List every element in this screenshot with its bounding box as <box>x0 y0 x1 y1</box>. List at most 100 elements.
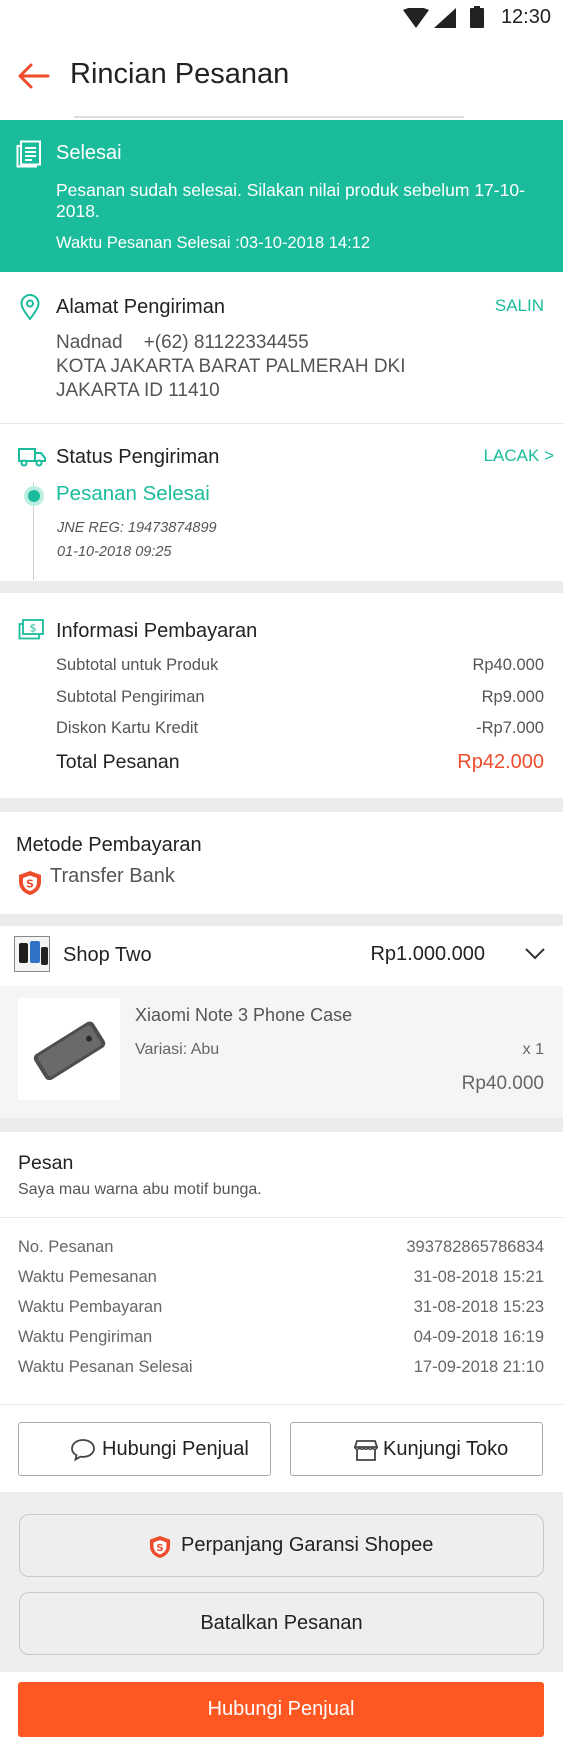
order-detail-label: No. Pesanan <box>18 1238 114 1256</box>
order-completed-time: Waktu Pesanan Selesai :03-10-2018 14:12 <box>56 234 371 252</box>
contact-seller-button[interactable]: Hubungi Penjual <box>18 1422 271 1476</box>
product-image <box>18 998 120 1100</box>
page-title: Rincian Pesanan <box>70 58 290 90</box>
order-detail-value: 31-08-2018 15:23 <box>413 1298 544 1316</box>
payment-info-section: $ Informasi Pembayaran Subtotal untuk Pr… <box>0 593 563 798</box>
header-underline <box>74 116 464 118</box>
action-area: S Perpanjang Garansi Shopee Batalkan Pes… <box>0 1492 563 1672</box>
contact-seller-label: Hubungi Penjual <box>102 1438 249 1460</box>
clock-time: 12:30 <box>500 6 551 28</box>
wifi-icon <box>403 8 429 28</box>
shipping-status-section: Status Pengiriman LACAK > Pesanan Selesa… <box>0 424 563 581</box>
track-shipment-link[interactable]: LACAK > <box>484 446 554 466</box>
order-detail-label: Waktu Pesanan Selesai <box>18 1358 193 1376</box>
product-price: Rp40.000 <box>461 1073 544 1094</box>
order-detail-value: 393782865786834 <box>406 1238 544 1256</box>
recipient-name-phone: Nadnad +(62) 81122334455 <box>56 332 309 353</box>
order-details-page: 12:30 Rincian Pesanan Selesai Pesanan su… <box>0 0 563 1745</box>
bottom-contact-seller-label: Hubungi Penjual <box>207 1698 355 1720</box>
cancel-order-button[interactable]: Batalkan Pesanan <box>19 1592 544 1655</box>
note-text: Saya mau warna abu motif bunga. <box>18 1181 262 1198</box>
order-detail-label: Waktu Pengiriman <box>18 1328 153 1346</box>
storefront-icon <box>354 1440 378 1461</box>
shipping-status-value: Pesanan Selesai <box>56 482 210 505</box>
payment-info-title: Informasi Pembayaran <box>56 620 258 642</box>
product-quantity: x 1 <box>522 1041 544 1058</box>
shop-avatar <box>14 936 50 972</box>
shopee-guarantee-shield-icon: S <box>19 871 41 895</box>
order-total-label: Total Pesanan <box>56 751 180 773</box>
courier-tracking-number: JNE REG: 19473874899 <box>57 520 217 536</box>
order-meta-section: Pesan Saya mau warna abu motif bunga. No… <box>0 1132 563 1492</box>
svg-text:S: S <box>26 878 34 891</box>
address-line-1: KOTA JAKARTA BARAT PALMERAH DKI <box>56 356 406 377</box>
order-status-label: Selesai <box>56 142 122 164</box>
payment-row-value: -Rp7.000 <box>476 719 544 737</box>
order-total-row: Total Pesanan Rp42.000 <box>56 751 544 774</box>
order-detail-value: 31-08-2018 15:21 <box>413 1268 544 1286</box>
svg-text:$: $ <box>30 622 37 635</box>
shipping-date: 01-10-2018 09:25 <box>57 544 172 560</box>
payment-row-label: Diskon Kartu Kredit <box>56 719 199 737</box>
back-arrow-icon[interactable] <box>16 62 50 90</box>
payment-row-value: Rp40.000 <box>472 656 544 674</box>
location-pin-icon <box>20 294 40 320</box>
visit-shop-button[interactable]: Kunjungi Toko <box>290 1422 543 1476</box>
chat-bubble-icon <box>71 1439 95 1462</box>
order-detail-row: No. Pesanan 393782865786834 <box>18 1238 544 1260</box>
copy-address-button[interactable]: SALIN <box>495 296 544 316</box>
extend-warranty-label: Perpanjang Garansi Shopee <box>181 1534 434 1556</box>
cash-icon: $ <box>18 619 44 640</box>
payment-row: Subtotal Pengiriman Rp9.000 <box>56 688 544 707</box>
payment-method-value: Transfer Bank <box>50 865 175 887</box>
bottom-bar: Hubungi Penjual <box>0 1672 563 1745</box>
product-variant: Variasi: Abu <box>135 1041 220 1058</box>
shop-order-total: Rp1.000.000 <box>370 943 485 965</box>
divider <box>0 1217 563 1218</box>
address-line-2: JAKARTA ID 11410 <box>56 380 220 401</box>
order-detail-row: Waktu Pembayaran 31-08-2018 15:23 <box>18 1298 544 1320</box>
order-detail-value: 04-09-2018 16:19 <box>413 1328 544 1346</box>
payment-row-value: Rp9.000 <box>481 688 544 706</box>
shop-header[interactable]: Shop Two Rp1.000.000 <box>0 926 563 986</box>
phone-case-image-icon <box>33 1021 106 1080</box>
battery-icon <box>470 6 484 28</box>
note-title: Pesan <box>18 1152 74 1174</box>
address-title: Alamat Pengiriman <box>56 296 225 318</box>
divider <box>0 1404 563 1405</box>
order-status-banner: Selesai Pesanan sudah selesai. Silakan n… <box>0 120 563 272</box>
timeline-dot <box>28 490 40 502</box>
cancel-order-label: Batalkan Pesanan <box>200 1612 363 1634</box>
payment-row: Subtotal untuk Produk Rp40.000 <box>56 656 544 675</box>
shipping-status-title: Status Pengiriman <box>56 446 220 468</box>
order-detail-value: 17-09-2018 21:10 <box>413 1358 544 1376</box>
truck-icon <box>18 448 46 467</box>
shipping-address-section: Alamat Pengiriman SALIN Nadnad +(62) 811… <box>0 272 563 423</box>
payment-method-section: Metode Pembayaran S Transfer Bank <box>0 812 563 914</box>
shop-name: Shop Two <box>63 944 152 966</box>
order-detail-row: Waktu Pengiriman 04-09-2018 16:19 <box>18 1328 544 1350</box>
chevron-down-icon[interactable] <box>525 947 545 961</box>
svg-text:S: S <box>156 1543 163 1554</box>
payment-row-label: Subtotal untuk Produk <box>56 656 219 674</box>
product-item[interactable]: Xiaomi Note 3 Phone Case Variasi: Abu x … <box>0 986 563 1118</box>
order-detail-row: Waktu Pesanan Selesai 17-09-2018 21:10 <box>18 1358 544 1380</box>
receipt-icon <box>16 140 41 168</box>
content-column: 12:30 Rincian Pesanan Selesai Pesanan su… <box>0 0 563 1745</box>
order-total-value: Rp42.000 <box>457 751 544 773</box>
payment-row: Diskon Kartu Kredit -Rp7.000 <box>56 719 544 738</box>
bottom-contact-seller-button[interactable]: Hubungi Penjual <box>18 1682 544 1737</box>
product-name: Xiaomi Note 3 Phone Case <box>135 1005 353 1025</box>
shopee-guarantee-shield-icon: S <box>149 1536 171 1558</box>
signal-icon <box>434 8 456 28</box>
order-detail-label: Waktu Pemesanan <box>18 1268 157 1286</box>
status-bar: 12:30 <box>0 0 563 36</box>
payment-method-title: Metode Pembayaran <box>16 834 202 856</box>
extend-warranty-button[interactable]: S Perpanjang Garansi Shopee <box>19 1514 544 1577</box>
visit-shop-label: Kunjungi Toko <box>383 1438 509 1460</box>
order-detail-label: Waktu Pembayaran <box>18 1298 163 1316</box>
payment-row-label: Subtotal Pengiriman <box>56 688 205 706</box>
app-header: Rincian Pesanan <box>0 36 563 120</box>
order-detail-row: Waktu Pemesanan 31-08-2018 15:21 <box>18 1268 544 1290</box>
order-status-message: Pesanan sudah selesai. Silakan nilai pro… <box>56 180 525 221</box>
